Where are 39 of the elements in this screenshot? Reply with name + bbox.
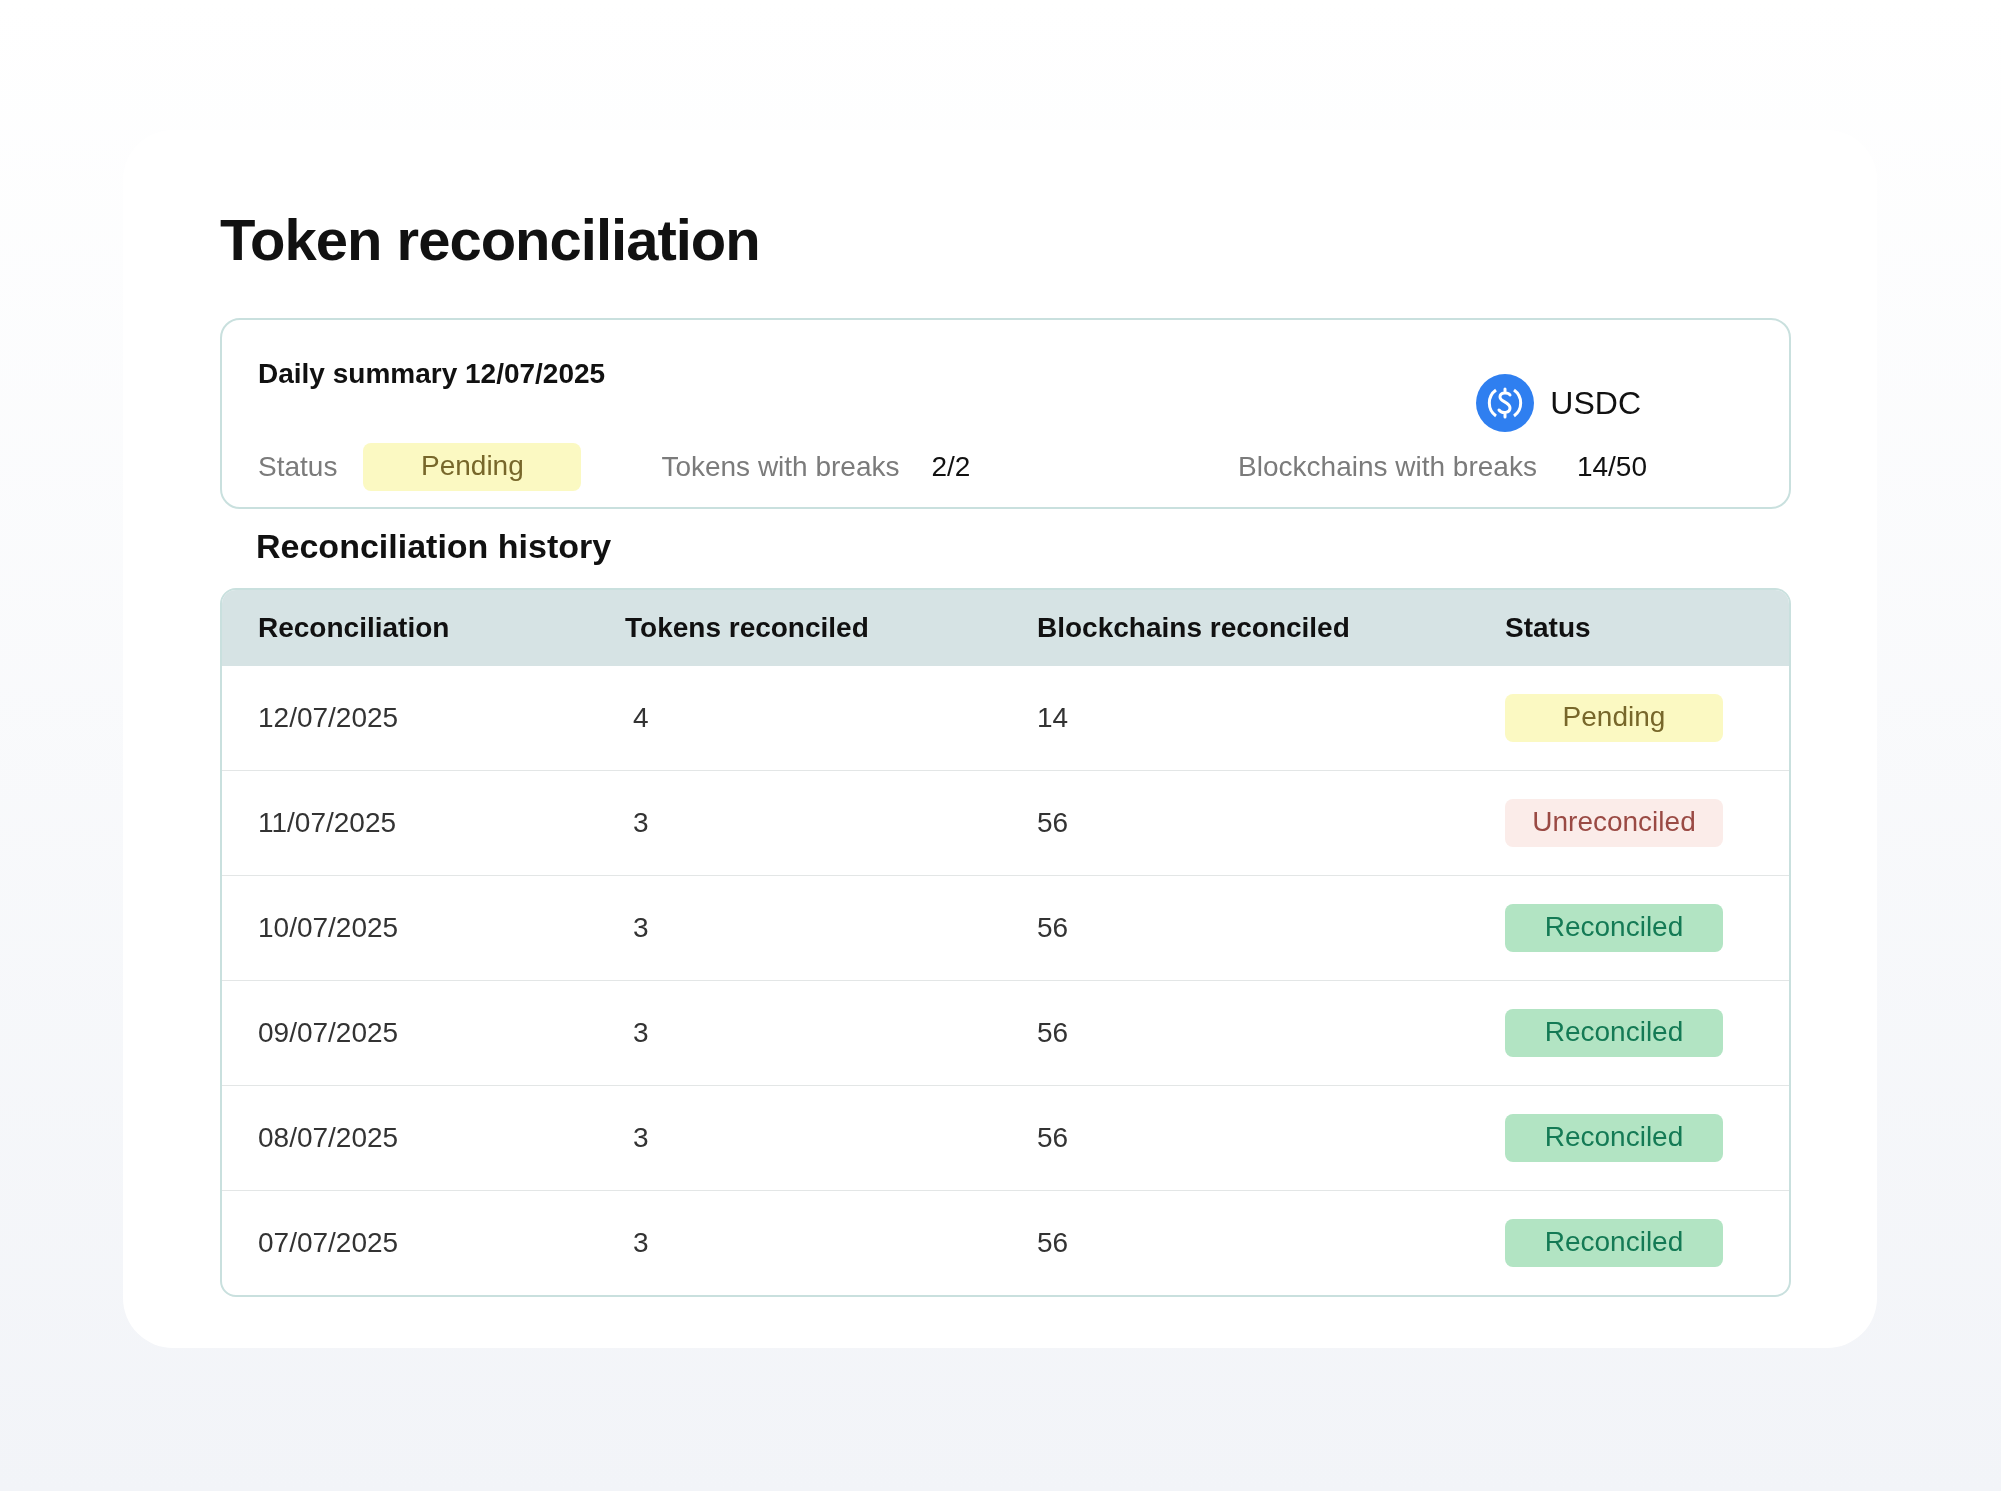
blockchains-cell: 56 xyxy=(1037,807,1069,838)
tokens-cell-text: 3 xyxy=(632,807,649,838)
date-cell: 12/07/2025 xyxy=(258,702,399,733)
tokens-cell-text: 3 xyxy=(632,1122,649,1153)
date-cell: 09/07/2025 xyxy=(258,1017,399,1048)
date-cell: 10/07/2025 xyxy=(258,912,399,943)
column-header: Reconciliation xyxy=(258,612,450,643)
summary-heading: Daily summary 12/07/2025 xyxy=(258,358,607,391)
page-title: Token reconciliation xyxy=(220,206,761,274)
blockchains-cell: 56 xyxy=(1037,1122,1069,1153)
status-badge: Reconciled xyxy=(1505,1009,1723,1057)
tokens-value: 2/2 xyxy=(931,450,971,483)
tokens-cell-text: 4 xyxy=(632,702,649,733)
dollar-coin-icon xyxy=(1476,374,1535,433)
status-badge: Reconciled xyxy=(1505,1114,1723,1162)
date-cell: 08/07/2025 xyxy=(258,1122,399,1153)
column-header: Status xyxy=(1505,612,1591,643)
blockchains-value: 14/50 xyxy=(1576,450,1647,483)
status-badge: Reconciled xyxy=(1505,904,1723,952)
date-cell: 11/07/2025 xyxy=(258,807,397,838)
status-label: Status xyxy=(258,450,338,483)
blockchains-cell: 56 xyxy=(1037,912,1069,943)
tokens-cell-text: 3 xyxy=(632,1227,649,1258)
status-badge: Pending xyxy=(363,442,582,491)
status-badge: Unreconciled xyxy=(1505,799,1723,847)
blockchains-cell: 56 xyxy=(1037,1227,1069,1258)
status-badge: Pending xyxy=(1505,694,1723,742)
section-heading: Reconciliation history xyxy=(256,527,613,566)
tokens-cell-text: 3 xyxy=(632,912,649,943)
blockchains-label: Blockchains with breaks xyxy=(1238,450,1537,483)
date-cell: 07/07/2025 xyxy=(258,1227,399,1258)
blockchains-cell: 14 xyxy=(1037,702,1069,733)
column-header: Tokens reconciled xyxy=(625,612,869,643)
tokens-label: Tokens with breaks xyxy=(661,450,900,483)
column-header: Blockchains reconciled xyxy=(1037,612,1350,643)
blockchains-cell: 56 xyxy=(1037,1017,1069,1048)
status-badge: Reconciled xyxy=(1505,1219,1723,1267)
tokens-cell-text: 3 xyxy=(632,1017,649,1048)
token-name: USDC xyxy=(1550,384,1641,422)
